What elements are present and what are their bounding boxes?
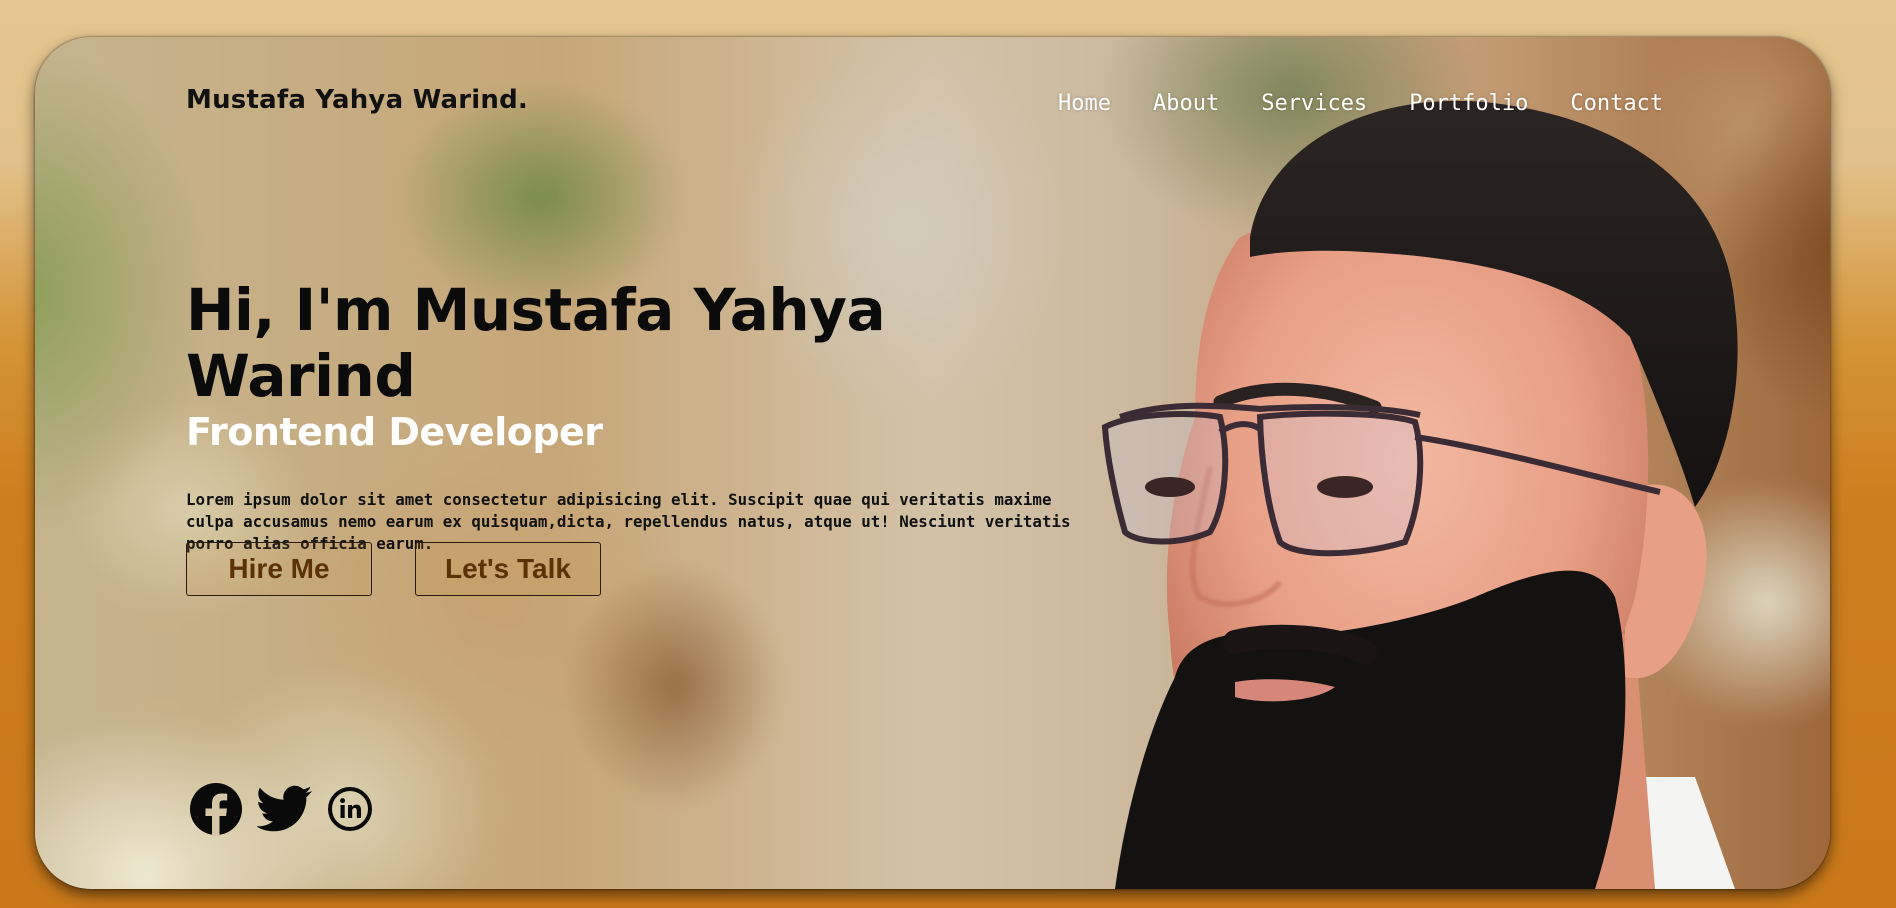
- social-links: [189, 782, 387, 840]
- nav-home-link[interactable]: Home: [1058, 91, 1111, 116]
- twitter-icon[interactable]: [256, 785, 313, 837]
- hero-buttons: Hire Me Let's Talk: [186, 542, 644, 596]
- hero-text: Hi, I'm Mustafa Yahya Warind Frontend De…: [186, 277, 1086, 555]
- hire-me-button[interactable]: Hire Me: [186, 542, 372, 596]
- nav-contact-link[interactable]: Contact: [1570, 91, 1663, 116]
- top-navigation: Mustafa Yahya Warind. Home About Service…: [35, 37, 1830, 157]
- nav-services-link[interactable]: Services: [1261, 91, 1367, 116]
- linkedin-icon[interactable]: [327, 786, 373, 836]
- site-logo[interactable]: Mustafa Yahya Warind.: [186, 85, 528, 115]
- hero-title: Hi, I'm Mustafa Yahya Warind: [186, 276, 886, 410]
- nav-portfolio-link[interactable]: Portfolio: [1409, 91, 1528, 116]
- nav-links: Home About Services Portfolio Contact: [1058, 91, 1705, 116]
- hero-subtitle: Frontend Developer: [186, 410, 603, 454]
- hero-card: Mustafa Yahya Warind. Home About Service…: [35, 37, 1830, 889]
- lets-talk-button[interactable]: Let's Talk: [415, 542, 601, 596]
- nav-about-link[interactable]: About: [1153, 91, 1219, 116]
- facebook-icon[interactable]: [189, 782, 243, 840]
